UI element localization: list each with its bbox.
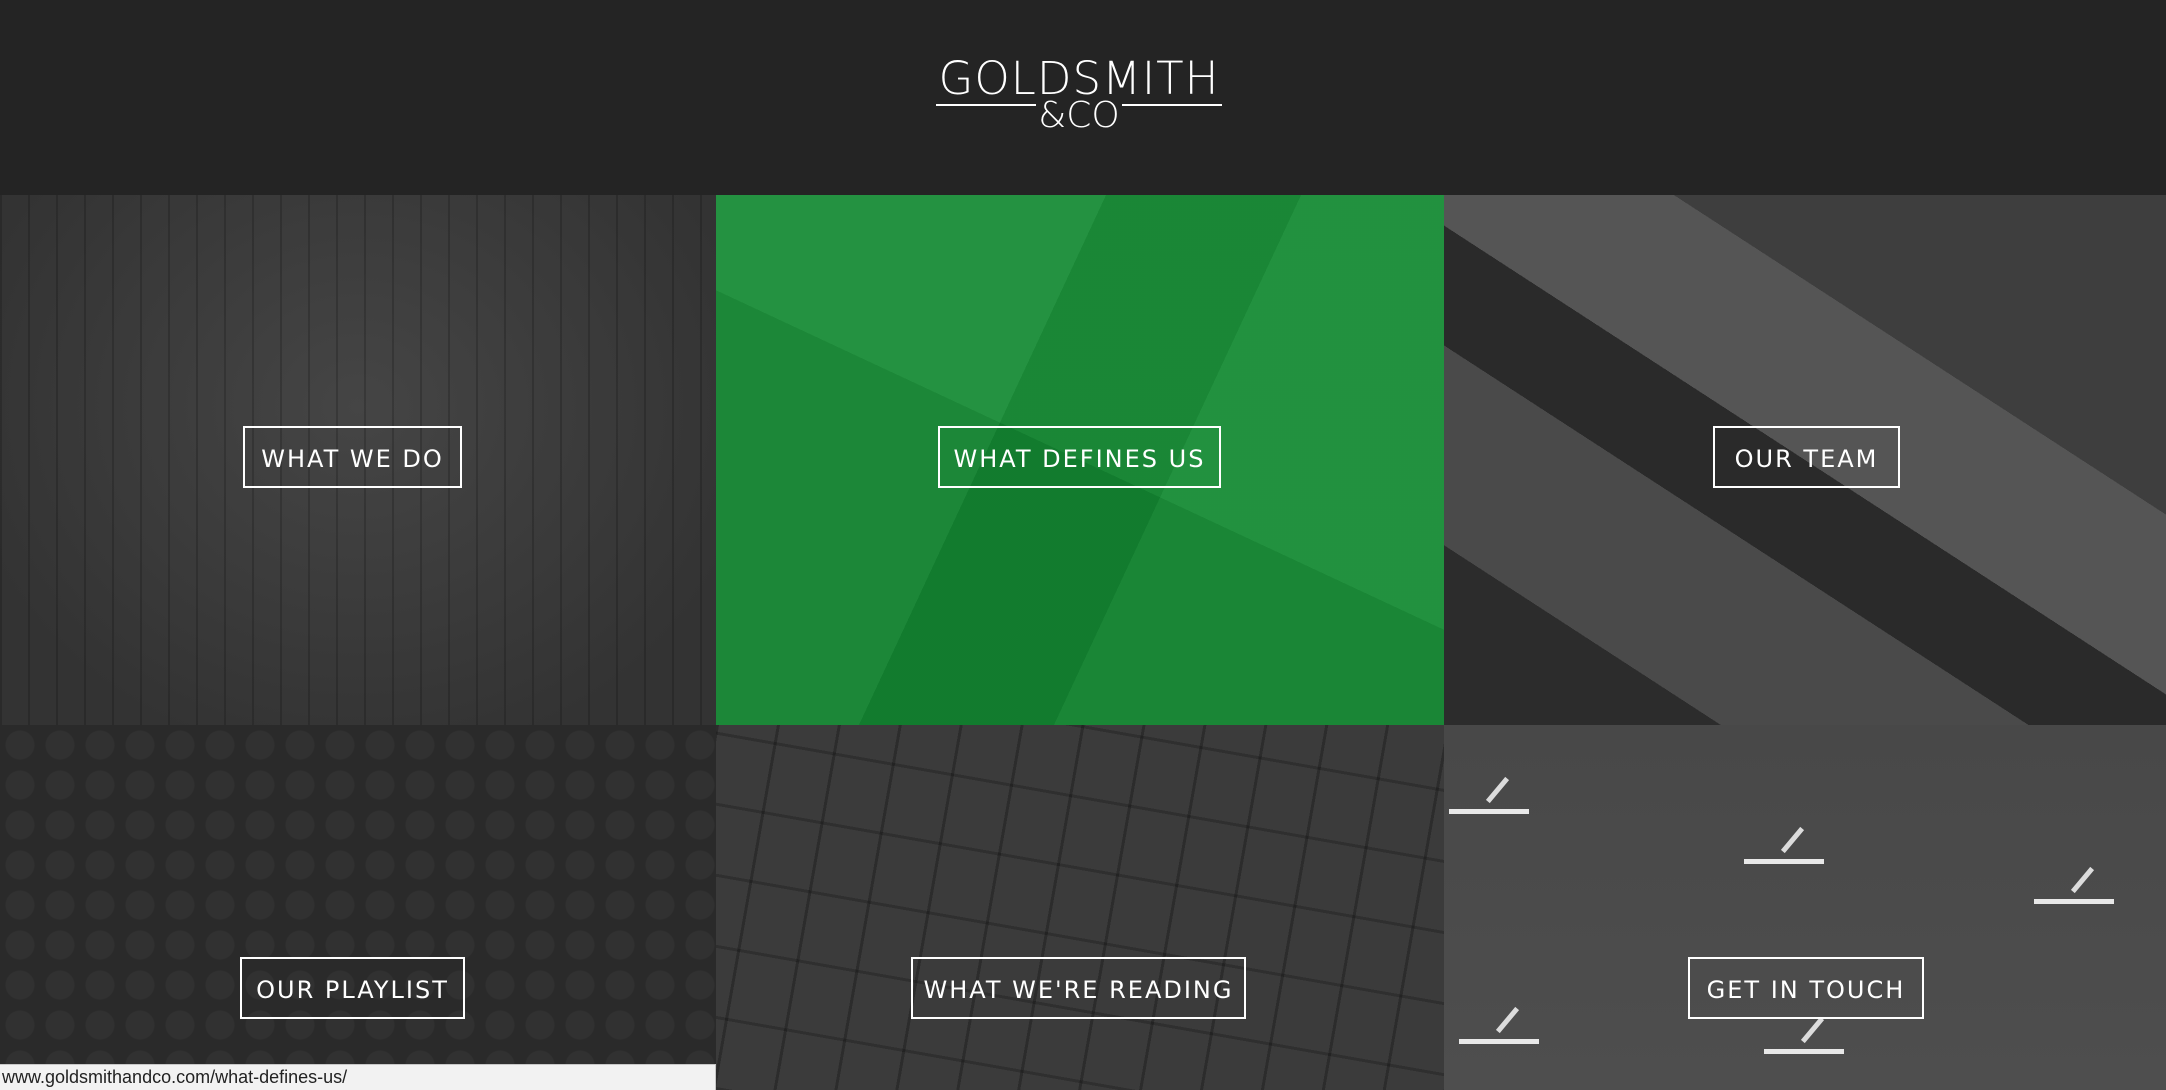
dark-texture [0,725,716,1090]
site-header: GOLDSMITH &CO [0,0,2166,195]
tile-our-playlist[interactable]: OUR PLAYLIST [0,725,716,1090]
tile-our-team[interactable]: OUR TEAM [1444,195,2166,725]
logo-subline: &CO [936,98,1222,134]
chair-shape [1764,1025,1844,1054]
what-were-reading-button[interactable]: WHAT WE'RE READING [911,957,1246,1019]
chair-shape [2034,875,2114,904]
chair-shape [1744,835,1824,864]
logo-rule-right [1122,104,1222,106]
tile-what-were-reading[interactable]: WHAT WE'RE READING [716,725,1444,1090]
our-team-button[interactable]: OUR TEAM [1713,426,1900,488]
building-photo [716,725,1444,1090]
chair-shape [1459,1015,1539,1044]
logo-subtext: &CO [1038,95,1120,136]
browser-status-url: www.goldsmithandco.com/what-defines-us/ [0,1064,716,1090]
tile-what-defines-us[interactable]: WHAT DEFINES US [716,195,1444,725]
our-playlist-button[interactable]: OUR PLAYLIST [240,957,465,1019]
chair-shape [1449,785,1529,814]
logo[interactable]: GOLDSMITH &CO [936,54,1222,134]
tile-get-in-touch[interactable]: GET IN TOUCH [1444,725,2166,1090]
what-defines-us-button[interactable]: WHAT DEFINES US [938,426,1221,488]
get-in-touch-button[interactable]: GET IN TOUCH [1688,957,1924,1019]
tile-what-we-do[interactable]: WHAT WE DO [0,195,716,725]
logo-rule-left [936,104,1036,106]
what-we-do-button[interactable]: WHAT WE DO [243,426,462,488]
